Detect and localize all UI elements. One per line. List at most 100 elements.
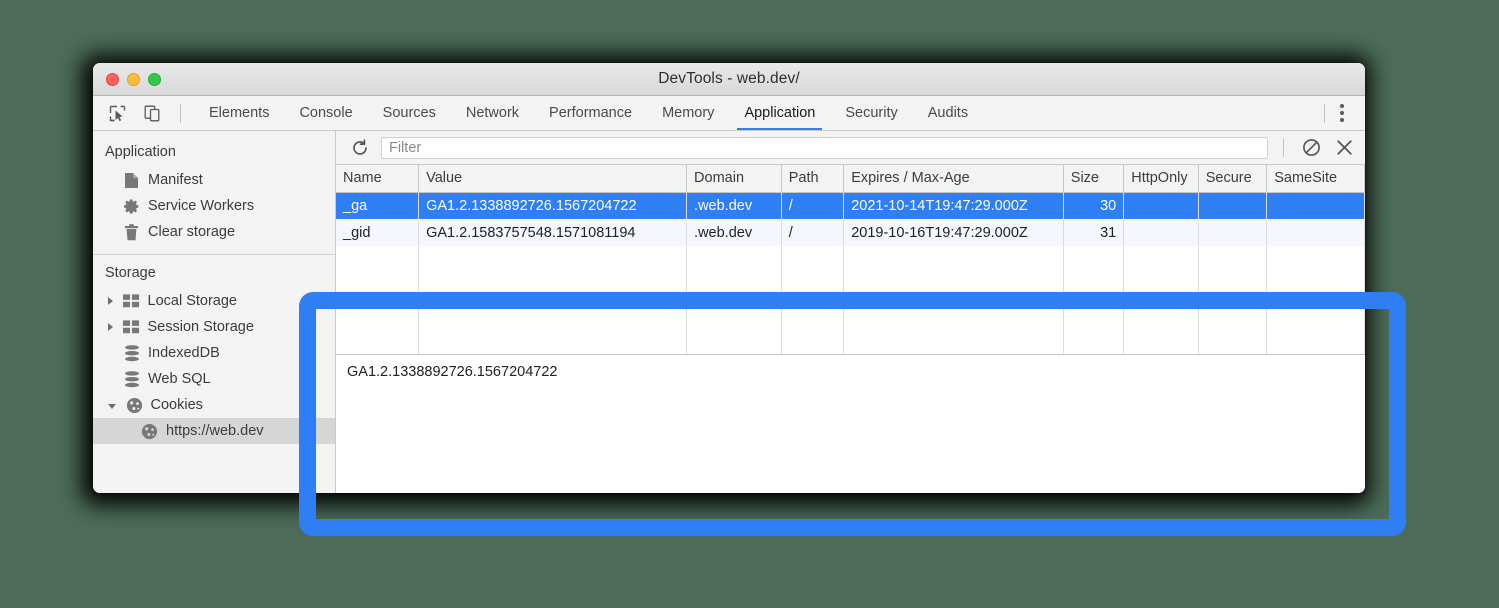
sidebar-section-title-application: Application	[93, 140, 335, 167]
cell-size: 31	[1063, 219, 1123, 246]
database-icon	[123, 371, 140, 388]
sidebar-item-label: Clear storage	[148, 224, 235, 240]
column-header-domain[interactable]: Domain	[687, 165, 782, 192]
devtools-tabstrip: Elements Console Sources Network Perform…	[93, 96, 1365, 131]
dot	[1340, 118, 1344, 122]
sidebar-item-label: Cookies	[151, 397, 203, 413]
cell-expires: 2019-10-16T19:47:29.000Z	[844, 219, 1064, 246]
table-row-empty	[336, 273, 1365, 300]
column-header-samesite[interactable]: SameSite	[1267, 165, 1365, 192]
window-title: DevTools - web.dev/	[93, 70, 1365, 88]
sidebar-item-web-sql[interactable]: Web SQL	[93, 366, 335, 392]
cookies-table: Name Value Domain Path Expires / Max-Age…	[336, 165, 1365, 354]
cell-httponly	[1124, 219, 1199, 246]
table-row-empty	[336, 327, 1365, 354]
tab-console[interactable]: Console	[284, 96, 367, 130]
sidebar-item-indexeddb[interactable]: IndexedDB	[93, 340, 335, 366]
inspect-element-icon[interactable]	[104, 100, 130, 126]
cell-value: GA1.2.1583757548.1571081194	[419, 219, 687, 246]
column-header-name[interactable]: Name	[336, 165, 419, 192]
cell-name: _gid	[336, 219, 419, 246]
more-options-icon[interactable]	[1331, 104, 1353, 122]
cookies-table-wrapper: Name Value Domain Path Expires / Max-Age…	[336, 165, 1365, 354]
cookies-pane: Name Value Domain Path Expires / Max-Age…	[336, 131, 1365, 493]
device-toolbar-icon[interactable]	[139, 100, 165, 126]
trash-icon	[123, 224, 140, 241]
tab-label: Application	[744, 105, 815, 121]
sidebar-item-label: Web SQL	[148, 371, 211, 387]
devtools-tabs: Elements Console Sources Network Perform…	[194, 96, 983, 130]
tab-memory[interactable]: Memory	[647, 96, 729, 130]
sidebar-item-manifest[interactable]: Manifest	[93, 167, 335, 193]
sidebar-item-label: IndexedDB	[148, 345, 220, 361]
column-header-httponly[interactable]: HttpOnly	[1124, 165, 1199, 192]
sidebar-item-label: Session Storage	[148, 319, 254, 335]
sidebar-item-session-storage[interactable]: Session Storage	[93, 314, 335, 340]
toolbar-divider-right	[1324, 104, 1325, 123]
sidebar-item-cookies-web-dev[interactable]: https://web.dev	[93, 418, 335, 444]
table-row[interactable]: _gid GA1.2.1583757548.1571081194 .web.de…	[336, 219, 1365, 246]
cell-size: 30	[1063, 192, 1123, 219]
column-header-size[interactable]: Size	[1063, 165, 1123, 192]
toolbar-divider	[180, 104, 181, 123]
sidebar-item-cookies[interactable]: Cookies	[93, 392, 335, 418]
close-icon[interactable]	[1332, 136, 1356, 160]
table-row-empty	[336, 300, 1365, 327]
cell-path: /	[781, 192, 843, 219]
cookie-icon	[126, 397, 143, 414]
sidebar-item-label: Manifest	[148, 172, 203, 188]
column-header-expires[interactable]: Expires / Max-Age	[844, 165, 1064, 192]
dot	[1340, 111, 1344, 115]
sidebar-item-clear-storage[interactable]: Clear storage	[93, 219, 335, 245]
sidebar-item-local-storage[interactable]: Local Storage	[93, 288, 335, 314]
filterbar-divider	[1283, 138, 1284, 157]
tab-security[interactable]: Security	[830, 96, 912, 130]
tab-performance[interactable]: Performance	[534, 96, 647, 130]
devtools-window: DevTools - web.dev/	[93, 63, 1365, 493]
sidebar-item-service-workers[interactable]: Service Workers	[93, 193, 335, 219]
devtools-tool-icons	[93, 96, 194, 130]
sidebar-section-title-storage: Storage	[93, 255, 335, 288]
tab-application[interactable]: Application	[729, 96, 830, 130]
cell-secure	[1198, 192, 1266, 219]
cookies-filter-bar	[336, 131, 1365, 165]
tab-label: Sources	[383, 105, 436, 121]
sidebar-item-label: Service Workers	[148, 198, 254, 214]
sidebar-item-label: https://web.dev	[166, 423, 264, 439]
tab-network[interactable]: Network	[451, 96, 534, 130]
tab-label: Elements	[209, 105, 269, 121]
column-header-path[interactable]: Path	[781, 165, 843, 192]
search-input[interactable]	[381, 137, 1268, 159]
cookie-value-text: GA1.2.1338892726.1567204722	[347, 364, 557, 380]
cell-path: /	[781, 219, 843, 246]
tab-audits[interactable]: Audits	[913, 96, 983, 130]
column-header-secure[interactable]: Secure	[1198, 165, 1266, 192]
screenshot-stage: DevTools - web.dev/	[0, 0, 1499, 608]
table-row[interactable]: _ga GA1.2.1338892726.1567204722 .web.dev…	[336, 192, 1365, 219]
column-header-value[interactable]: Value	[419, 165, 687, 192]
cell-value: GA1.2.1338892726.1567204722	[419, 192, 687, 219]
devtools-body: Application Manifest Service Workers	[93, 131, 1365, 493]
chevron-down-icon[interactable]	[108, 404, 116, 409]
table-row-empty	[336, 246, 1365, 273]
tab-sources[interactable]: Sources	[368, 96, 451, 130]
cell-expires: 2021-10-14T19:47:29.000Z	[844, 192, 1064, 219]
chevron-right-icon[interactable]	[108, 297, 113, 305]
tab-label: Audits	[928, 105, 968, 121]
application-sidebar: Application Manifest Service Workers	[93, 131, 336, 493]
clear-all-cookies-icon[interactable]	[1299, 136, 1323, 160]
tab-label: Security	[845, 105, 897, 121]
gear-icon	[123, 198, 140, 215]
cell-httponly	[1124, 192, 1199, 219]
table-grid-icon	[123, 319, 140, 336]
cell-samesite	[1267, 219, 1365, 246]
dot	[1340, 104, 1344, 108]
window-titlebar: DevTools - web.dev/	[93, 63, 1365, 96]
refresh-icon[interactable]	[348, 136, 372, 160]
cell-domain: .web.dev	[687, 192, 782, 219]
tab-elements[interactable]: Elements	[194, 96, 284, 130]
tabstrip-right-group	[1318, 96, 1365, 130]
tab-label: Network	[466, 105, 519, 121]
chevron-right-icon[interactable]	[108, 323, 113, 331]
cell-domain: .web.dev	[687, 219, 782, 246]
